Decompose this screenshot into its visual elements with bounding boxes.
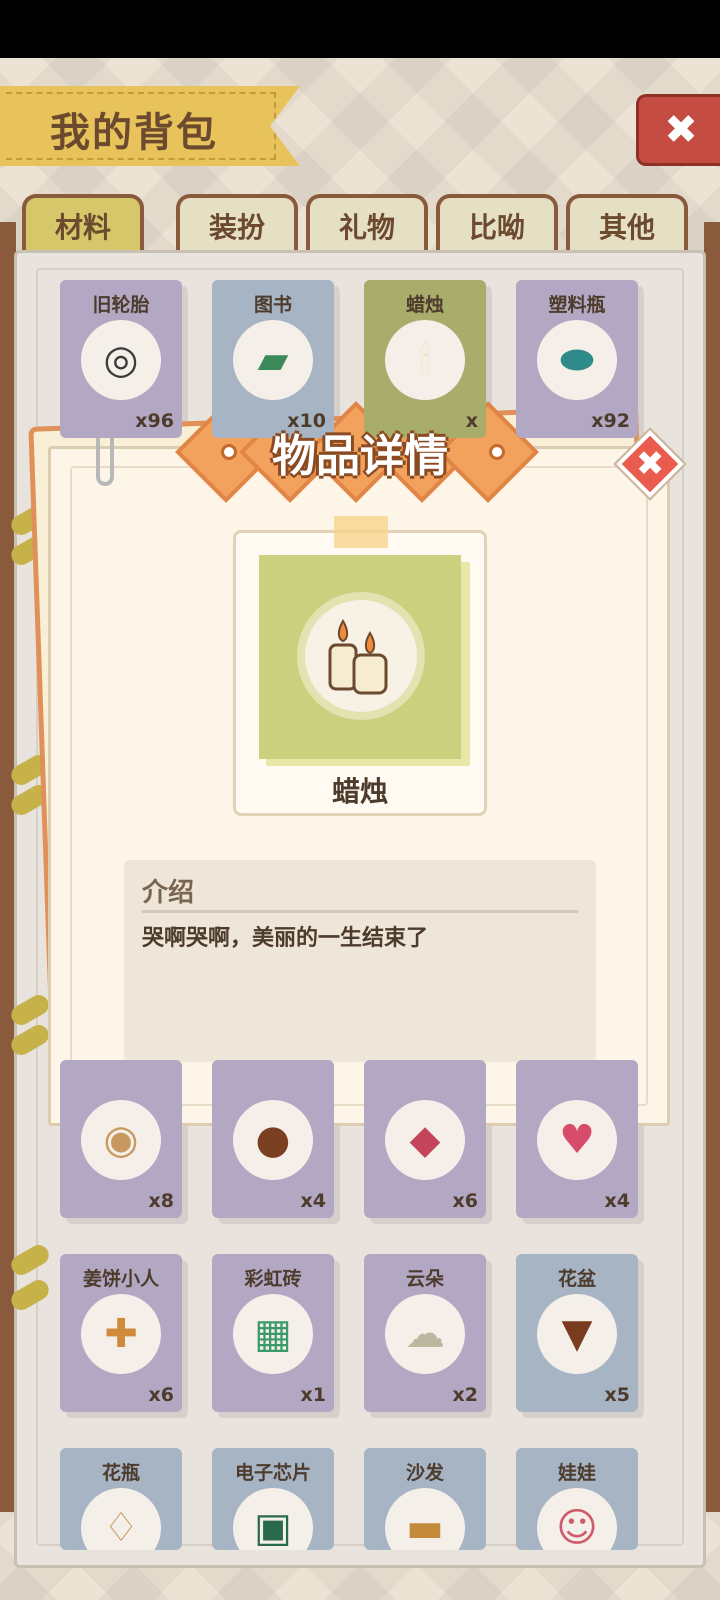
item-qty: x1 [300, 1384, 326, 1406]
item-name: 花盆 [557, 1268, 596, 1290]
close-icon: ✖ [664, 107, 698, 153]
item-card-chip[interactable]: 电子芯片 ▣ [212, 1448, 334, 1550]
title-dot [489, 444, 505, 460]
intro-box [124, 860, 596, 1062]
item-qty: x96 [135, 410, 174, 432]
item-card-cloud[interactable]: 云朵 ☁ x2 [364, 1254, 492, 1418]
gingerbread-icon: ✚ [81, 1294, 161, 1374]
heart-icon: ♥ [537, 1100, 617, 1180]
item-qty: x4 [604, 1190, 630, 1212]
gem-icon: ◆ [385, 1100, 465, 1180]
tab-materials[interactable]: 材料 [22, 194, 144, 254]
tire-icon: ◎ [81, 320, 161, 400]
item-card-vase[interactable]: 花瓶 ♢ [60, 1448, 182, 1550]
item-qty: x5 [604, 1384, 630, 1406]
item-card-gingerbread[interactable]: 姜饼小人 ✚ x6 [60, 1254, 188, 1418]
title-dot [221, 444, 237, 460]
flowerpot-icon: ▼ [537, 1294, 617, 1374]
item-card-gem[interactable]: ◆ x6 [364, 1060, 492, 1224]
item-qty: x8 [148, 1190, 174, 1212]
item-name: 姜饼小人 [82, 1268, 159, 1290]
item-card-flowerpot[interactable]: 花盆 ▼ x5 [516, 1254, 644, 1418]
item-name-label: 蜡烛 [331, 775, 388, 808]
bottle-icon: ⬬ [537, 320, 617, 400]
rainbow-brick-icon: ▦ [233, 1294, 313, 1374]
candle-icon: 🕯 [385, 320, 465, 400]
page-title: 我的背包 [50, 110, 218, 156]
item-name: 云朵 [405, 1268, 444, 1290]
item-card-plastic-bottle[interactable]: 塑料瓶 ⬬ x92 [516, 280, 644, 444]
item-name: 电子芯片 [234, 1462, 311, 1484]
item-name: 塑料瓶 [548, 294, 606, 316]
item-qty: x6 [148, 1384, 174, 1406]
biscuit-icon: ◉ [81, 1100, 161, 1180]
tab-others[interactable]: 其他 [566, 194, 688, 254]
item-name: 彩虹砖 [244, 1268, 302, 1290]
item-qty: x4 [300, 1190, 326, 1212]
intro-text: 哭啊哭啊，美丽的一生结束了 [142, 926, 429, 951]
status-bar [0, 0, 720, 58]
candle-icon [305, 600, 417, 712]
tape-decoration [334, 516, 388, 548]
wood-frame-right [704, 222, 720, 1512]
item-name: 沙发 [405, 1462, 444, 1484]
item-qty: x2 [452, 1384, 478, 1406]
close-icon: ✖ [635, 444, 665, 484]
item-card-rainbow-brick[interactable]: 彩虹砖 ▦ x1 [212, 1254, 340, 1418]
close-button[interactable]: ✖ [636, 94, 720, 166]
coffee-bean-icon: ● [233, 1100, 313, 1180]
item-name: 花瓶 [101, 1462, 140, 1484]
item-card-old-tire[interactable]: 旧轮胎 ◎ x96 [60, 280, 188, 444]
item-card-coffee-bean[interactable]: ● x4 [212, 1060, 340, 1224]
item-name: 图书 [253, 294, 292, 316]
item-qty: x92 [591, 410, 630, 432]
item-card-book[interactable]: 图书 ▰ x10 [212, 280, 340, 444]
item-card-heart[interactable]: ♥ x4 [516, 1060, 644, 1224]
item-card-doll[interactable]: 娃娃 ☺ [516, 1448, 638, 1550]
intro-divider [142, 910, 578, 913]
item-name: 娃娃 [557, 1462, 596, 1484]
item-name: 蜡烛 [405, 294, 444, 316]
tab-biyo[interactable]: 比呦 [436, 194, 558, 254]
item-card-biscuit[interactable]: ◉ x8 [60, 1060, 188, 1224]
item-card-sofa[interactable]: 沙发 ▬ [364, 1448, 486, 1550]
book-icon: ▰ [233, 320, 313, 400]
item-name: 旧轮胎 [92, 294, 150, 316]
cloud-icon: ☁ [385, 1294, 465, 1374]
intro-label: 介绍 [142, 878, 195, 908]
item-qty: x6 [452, 1190, 478, 1212]
tab-gifts[interactable]: 礼物 [306, 194, 428, 254]
tab-outfits[interactable]: 装扮 [176, 194, 298, 254]
item-card-candle[interactable]: 蜡烛 🕯 x [364, 280, 492, 444]
